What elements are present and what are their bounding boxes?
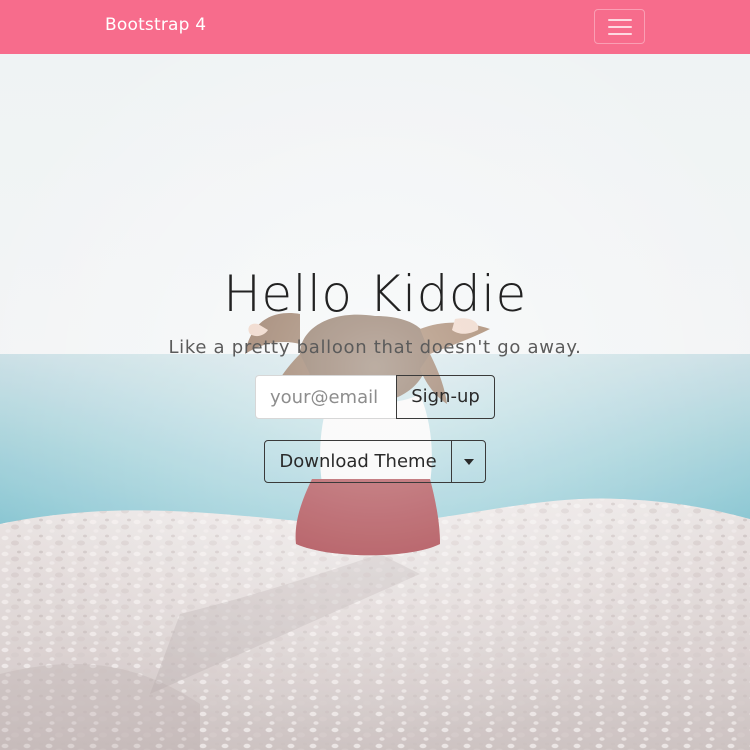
navbar: Bootstrap 4 <box>0 0 750 54</box>
signup-button[interactable]: Sign-up <box>396 375 495 419</box>
download-dropdown-toggle[interactable] <box>451 440 486 483</box>
hero-title: Hello Kiddie <box>223 265 527 323</box>
hero-subtitle: Like a pretty balloon that doesn't go aw… <box>168 337 582 358</box>
caret-down-icon <box>464 459 474 465</box>
brand-link[interactable]: Bootstrap 4 <box>105 15 206 35</box>
navbar-toggler-button[interactable] <box>594 9 645 44</box>
hamburger-menu-icon-bar <box>608 26 632 28</box>
hamburger-menu-icon-bar <box>608 33 632 35</box>
download-theme-button[interactable]: Download Theme <box>264 440 452 483</box>
hamburger-menu-icon <box>608 19 632 21</box>
email-input[interactable] <box>255 375 397 419</box>
